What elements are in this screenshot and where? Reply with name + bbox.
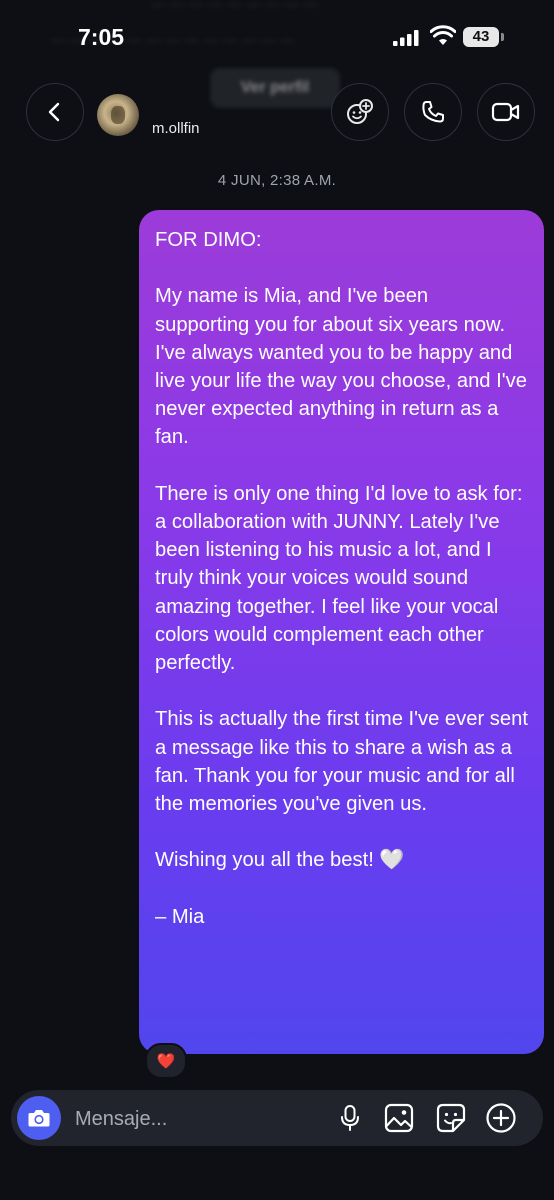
call-button[interactable]: [404, 83, 462, 141]
video-camera-icon: [491, 102, 520, 122]
message-bubble[interactable]: FOR DIMO: My name is Mia, and I've been …: [139, 210, 544, 1054]
sticker-button[interactable]: [435, 1102, 467, 1134]
message-composer: [11, 1090, 543, 1146]
message-timestamp: 4 JUN, 2:38 A.M.: [217, 172, 337, 189]
back-button[interactable]: [26, 83, 84, 141]
image-icon: [384, 1103, 414, 1133]
blurred-subtitle-text: — — — — — — — — — — — — —: [50, 32, 296, 49]
avatar[interactable]: [97, 94, 139, 136]
video-call-button[interactable]: [477, 83, 535, 141]
message-text: Wishing you all the best!: [155, 849, 374, 872]
gallery-button[interactable]: [383, 1102, 415, 1134]
battery-nub: [501, 33, 504, 41]
wifi-icon: [430, 25, 456, 45]
message-reaction[interactable]: ❤️: [145, 1043, 187, 1079]
camera-button[interactable]: [17, 1096, 61, 1140]
message-paragraph: My name is Mia, and I've been supporting…: [155, 285, 533, 449]
add-friend-icon: [347, 99, 373, 124]
message-paragraph: There is only one thing I'd love to ask …: [155, 482, 529, 675]
message-signature: – Mia: [155, 905, 205, 928]
cellular-signal-icon: [393, 30, 419, 46]
battery-level: 43: [463, 27, 499, 47]
chat-header: Ver perfil m.ollfin: [0, 68, 554, 150]
view-profile-button[interactable]: Ver perfil: [210, 68, 340, 108]
message-paragraph: FOR DIMO:: [155, 229, 262, 251]
message-input[interactable]: [73, 1104, 327, 1134]
sticker-icon: [436, 1103, 466, 1133]
plus-icon: [486, 1103, 516, 1133]
add-friend-button[interactable]: [331, 83, 389, 141]
back-icon: [48, 102, 60, 122]
microphone-icon: [341, 1105, 359, 1131]
voice-message-button[interactable]: [334, 1102, 366, 1134]
message-paragraph: This is actually the first time I've eve…: [155, 708, 534, 816]
white-heart-emoji: 🤍: [379, 849, 405, 872]
phone-icon: [422, 101, 444, 123]
message-paragraph: Wishing you all the best! 🤍: [155, 846, 528, 874]
status-bar: — — — — — — — — — 7:05 — — — — — — — — —…: [0, 0, 554, 70]
camera-icon: [28, 1110, 50, 1127]
blurred-notification-text: — — — — — — — — —: [150, 0, 319, 13]
username[interactable]: m.ollfin: [152, 120, 200, 137]
red-heart-emoji: ❤️: [156, 1053, 176, 1070]
more-options-button[interactable]: [485, 1102, 517, 1134]
battery-indicator: 43: [463, 27, 505, 47]
